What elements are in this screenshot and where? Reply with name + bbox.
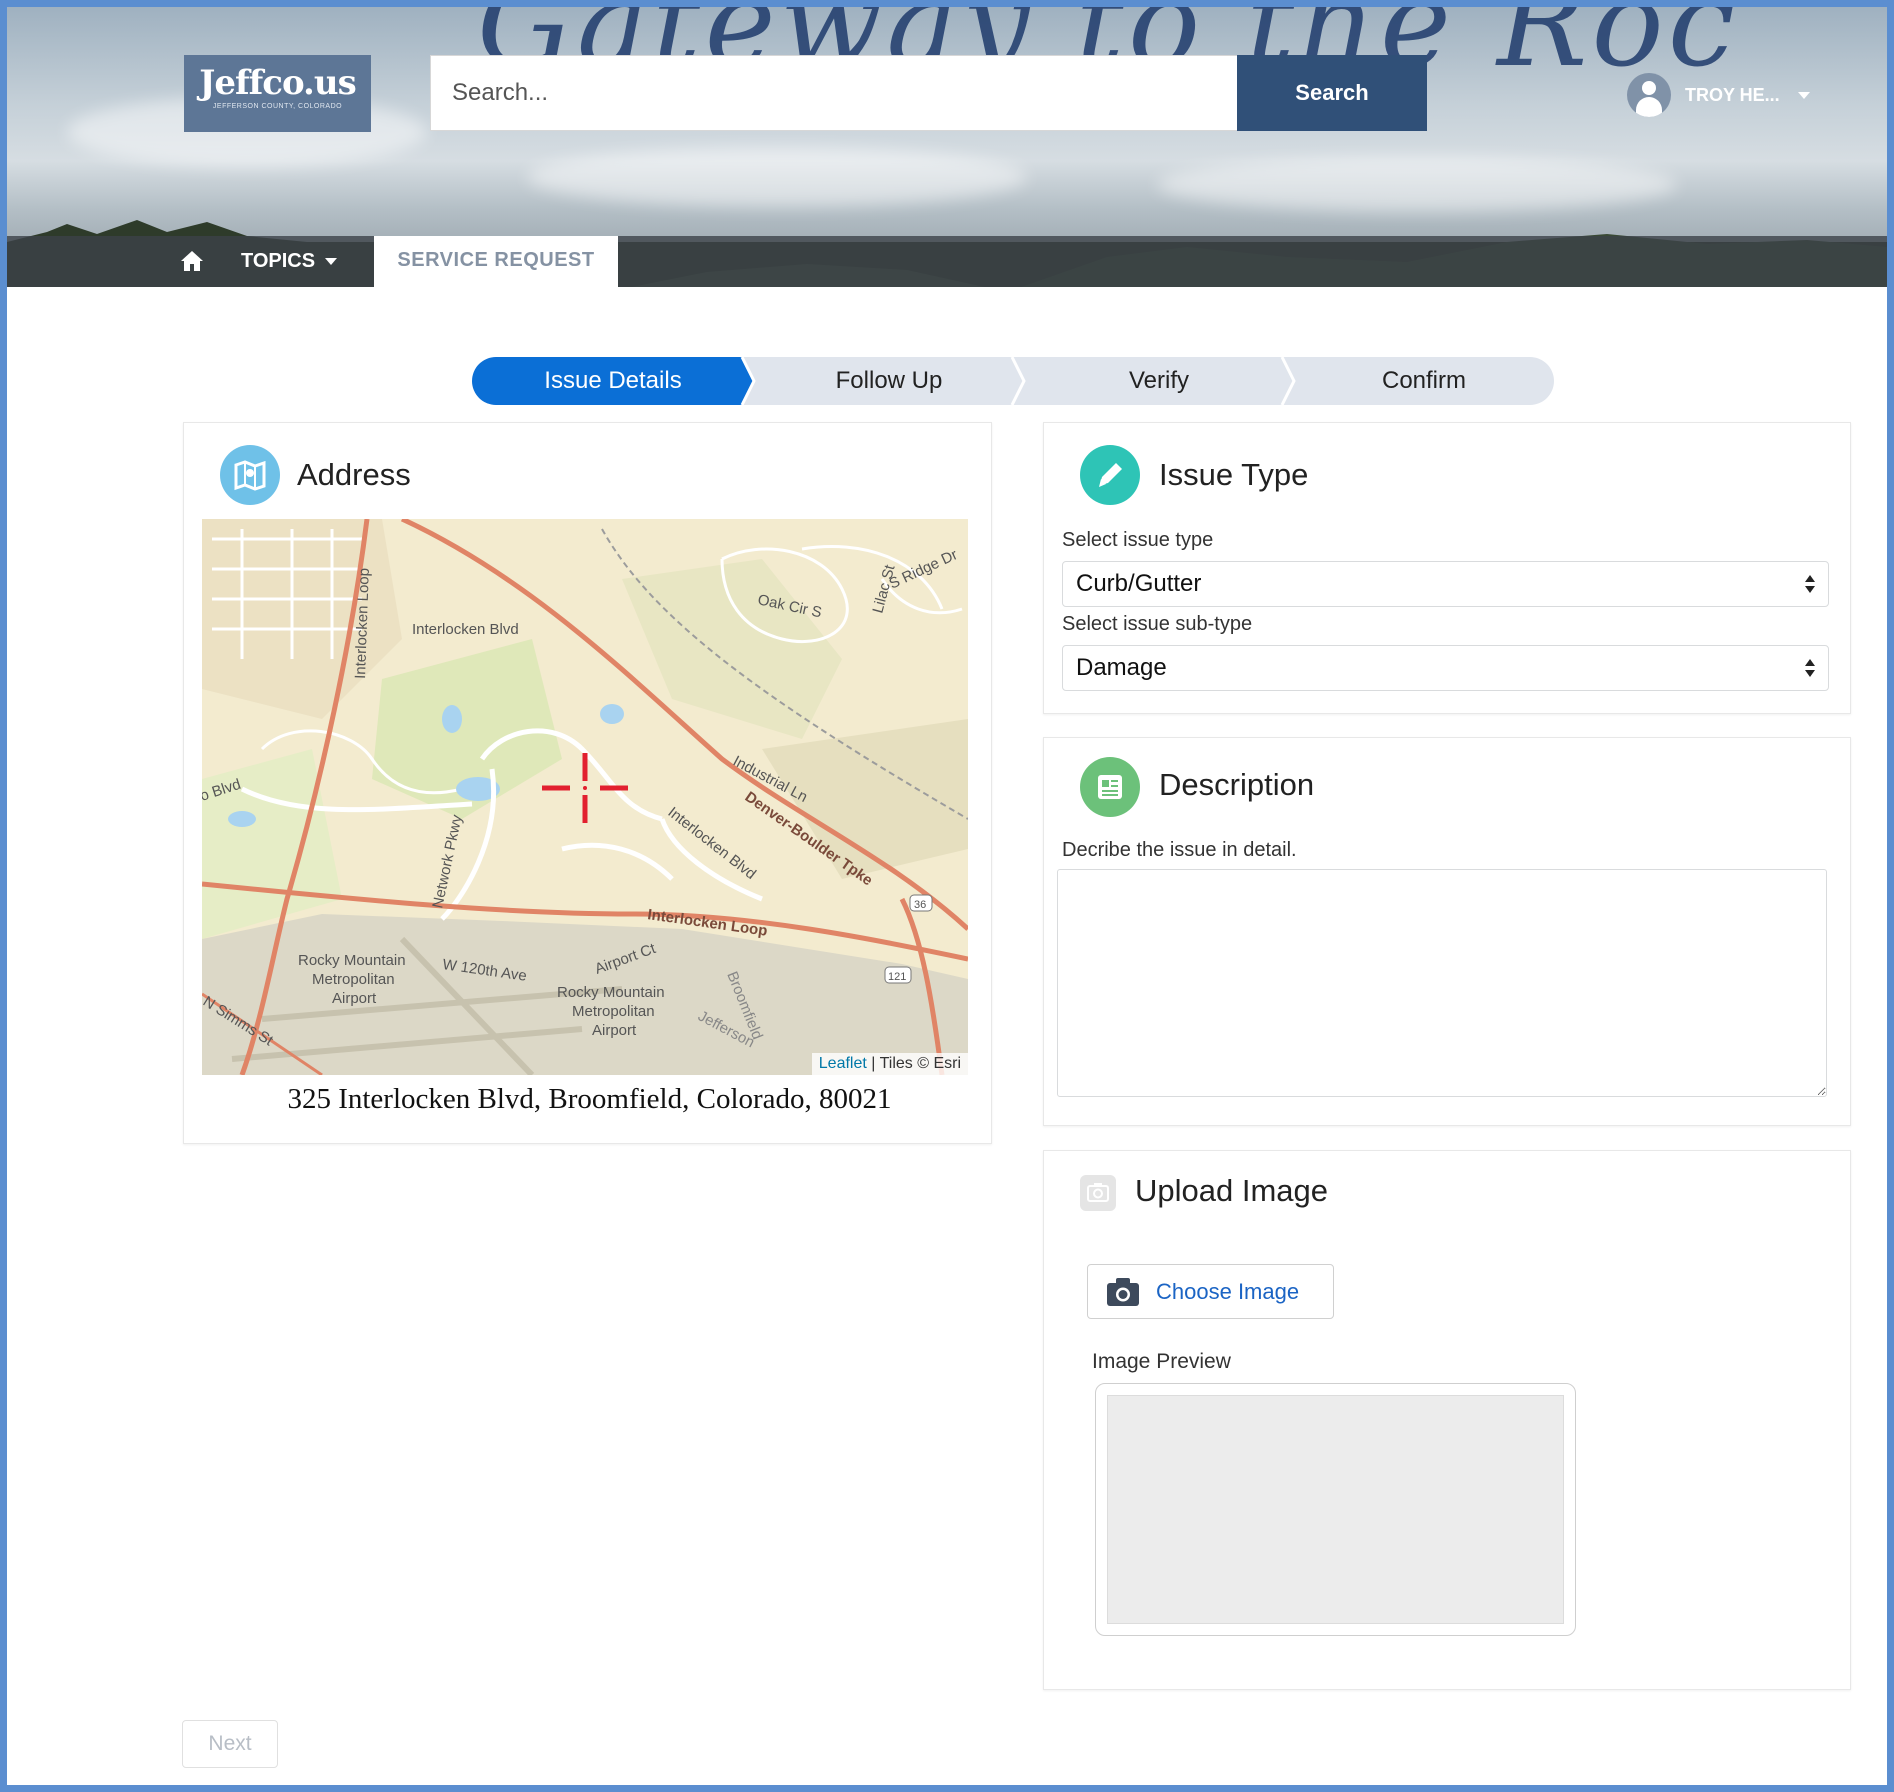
map-icon [220,445,280,505]
next-button[interactable]: Next [182,1720,278,1768]
header-hero: Gateway to the Roc Jeffco.us JEFFERSON C… [7,7,1887,287]
select-arrows-icon [1805,575,1815,593]
issue-subtype-value: Damage [1076,654,1167,681]
map-label: Airport [332,990,377,1007]
leaflet-link[interactable]: Leaflet [819,1055,867,1072]
avatar-icon [1627,73,1671,117]
page-frame: Gateway to the Roc Jeffco.us JEFFERSON C… [0,0,1894,1792]
issue-subtype-select[interactable]: Damage [1062,645,1829,691]
issue-type-title: Issue Type [1159,457,1309,492]
upload-image-title: Upload Image [1135,1173,1329,1208]
description-title: Description [1159,767,1315,802]
issue-type-select[interactable]: Curb/Gutter [1062,561,1829,607]
search-button[interactable]: Search [1237,55,1427,131]
jeffco-logo[interactable]: Jeffco.us JEFFERSON COUNTY, COLORADO [184,55,371,132]
map-label: Metropolitan [312,971,395,988]
address-title: Address [297,457,411,492]
nav-service-request[interactable]: SERVICE REQUEST [374,236,618,287]
map-label: 36 [914,899,926,911]
map-tiles: Interlocken Loop Interlocken Blvd Oak Ci… [202,519,968,1075]
progress-steps: Issue Details Follow Up Verify Confirm [472,357,1554,405]
nav-topics-label: TOPICS [241,250,316,272]
chevron-down-icon [1797,91,1810,99]
logo-text: Jeffco.us [199,63,356,103]
map-attribution: Leaflet | Tiles © Esri [811,1053,968,1075]
step-verify[interactable]: Verify [1024,357,1294,405]
tiles-attribution: | Tiles © Esri [871,1055,961,1072]
step-confirm[interactable]: Confirm [1294,357,1554,405]
image-preview-label: Image Preview [1092,1350,1231,1373]
user-name: TROY HE... [1685,84,1780,105]
home-icon[interactable] [179,248,205,274]
camera-icon [1107,1277,1139,1306]
issue-type-label: Select issue type [1062,529,1214,551]
map-label: Rocky Mountain [298,952,406,969]
choose-image-label: Choose Image [1156,1278,1300,1304]
description-label: Decribe the issue in detail. [1062,839,1297,861]
map-label: Interlocken Blvd [412,621,519,638]
document-icon [1080,757,1140,817]
choose-image-button[interactable]: Choose Image [1087,1264,1334,1319]
chevron-down-icon [325,258,338,265]
search-input[interactable] [430,55,1240,131]
description-textarea[interactable] [1057,869,1827,1097]
issue-type-value: Curb/Gutter [1076,570,1202,597]
map-label: 121 [888,971,906,983]
map-label: Airport [592,1022,637,1039]
map-label: Metropolitan [572,1003,655,1020]
issue-subtype-label: Select issue sub-type [1062,613,1253,635]
camera-icon [1080,1175,1116,1211]
logo-subtext: JEFFERSON COUNTY, COLORADO [212,103,343,110]
top-nav: TOPICS SERVICE REQUEST [7,236,1887,287]
pencil-icon [1080,445,1140,505]
nav-topics[interactable]: TOPICS [241,236,338,287]
step-issue-details[interactable]: Issue Details [472,357,754,405]
step-follow-up[interactable]: Follow Up [754,357,1024,405]
address-text: 325 Interlocken Blvd, Broomfield, Colora… [287,1083,892,1115]
image-preview-placeholder [1107,1395,1564,1624]
select-arrows-icon [1805,659,1815,677]
image-preview [1095,1383,1576,1636]
map-label: Rocky Mountain [557,984,665,1001]
user-menu[interactable]: TROY HE... [1627,71,1810,119]
address-map[interactable]: Interlocken Loop Interlocken Blvd Oak Ci… [202,519,968,1075]
